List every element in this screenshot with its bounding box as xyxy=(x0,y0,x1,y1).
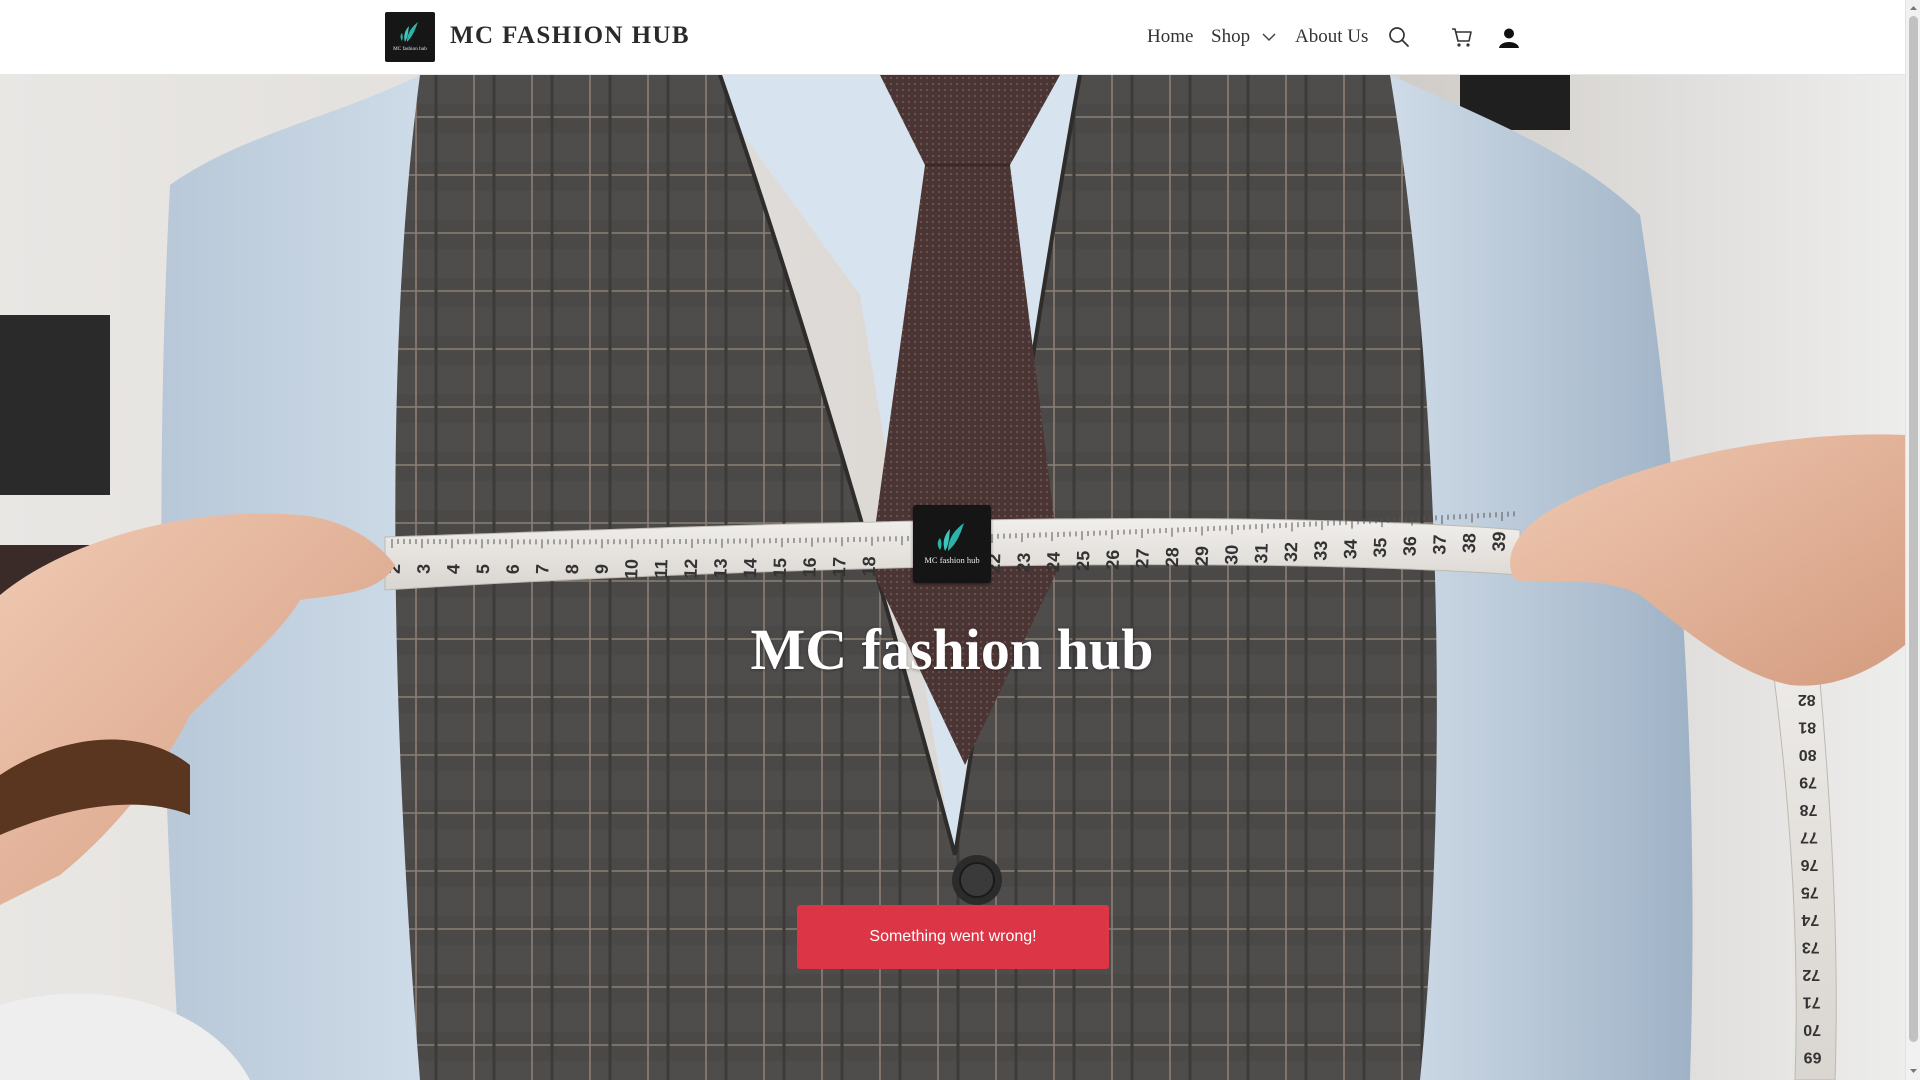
tape-number: 25 xyxy=(1073,550,1094,571)
svg-text:MC fashion hub: MC fashion hub xyxy=(924,555,979,565)
tape-number: 31 xyxy=(1251,543,1272,564)
tape-number: 26 xyxy=(1102,549,1123,570)
tape-number: 29 xyxy=(1192,546,1213,567)
tape-number: 36 xyxy=(1400,536,1421,557)
tape-number: 71 xyxy=(1803,994,1821,1011)
tape-number: 74 xyxy=(1801,911,1819,928)
tape-number: 14 xyxy=(740,558,761,579)
cart-icon[interactable] xyxy=(1449,24,1475,50)
tape-number: 13 xyxy=(710,558,731,579)
tape-number: 79 xyxy=(1799,774,1817,791)
tape-number: 73 xyxy=(1802,939,1820,956)
tape-number: 4 xyxy=(443,564,463,575)
tape-number: 80 xyxy=(1799,746,1817,763)
page-scrollbar[interactable] xyxy=(1905,0,1920,1080)
tape-number: 37 xyxy=(1429,534,1450,555)
tape-number: 77 xyxy=(1800,829,1818,846)
tape-number: 9 xyxy=(592,564,612,575)
tape-number: 27 xyxy=(1132,548,1153,569)
tape-number: 76 xyxy=(1800,856,1818,873)
tape-number: 7 xyxy=(532,564,552,575)
scroll-up-arrow-icon[interactable] xyxy=(1909,3,1918,13)
svg-text:MC fashion hub: MC fashion hub xyxy=(393,45,427,52)
tape-number: 69 xyxy=(1804,1049,1822,1066)
tape-number: 6 xyxy=(503,564,523,575)
tape-number: 34 xyxy=(1340,539,1361,560)
tape-number: 39 xyxy=(1489,531,1510,552)
tape-number: 16 xyxy=(799,557,820,578)
tape-number: 72 xyxy=(1802,966,1820,983)
tape-number: 81 xyxy=(1798,719,1816,736)
scroll-down-arrow-icon[interactable] xyxy=(1909,1066,1918,1076)
tape-number: 23 xyxy=(1013,552,1034,573)
tape-number: 32 xyxy=(1281,542,1302,563)
tape-number: 78 xyxy=(1800,801,1818,818)
tape-number: 10 xyxy=(621,559,642,580)
scroll-thumb[interactable] xyxy=(1909,16,1918,1042)
tape-number: 38 xyxy=(1459,533,1480,554)
leaf-logo-icon: MC fashion hub xyxy=(924,523,980,565)
hero-logo: MC fashion hub xyxy=(913,505,991,583)
leaf-logo-icon: MC fashion hub xyxy=(393,22,427,52)
tape-number: 5 xyxy=(473,564,493,575)
tape-number: 28 xyxy=(1162,547,1183,568)
nav-shop-link[interactable]: Shop xyxy=(1211,24,1250,50)
tape-number: 15 xyxy=(770,557,791,578)
tape-number: 30 xyxy=(1221,544,1242,565)
tape-number: 18 xyxy=(859,556,880,577)
site-header: MC fashion hub MC FASHION HUB Home Shop … xyxy=(0,0,1905,75)
chevron-down-icon[interactable] xyxy=(1262,30,1276,44)
brand-name[interactable]: MC FASHION HUB xyxy=(450,20,690,52)
tape-number: 33 xyxy=(1310,540,1331,561)
error-toast-message: Something went wrong! xyxy=(869,928,1037,945)
tape-number: 17 xyxy=(829,557,850,578)
tape-number: 35 xyxy=(1370,537,1391,558)
nav-home-link[interactable]: Home xyxy=(1147,24,1193,50)
tape-number: 70 xyxy=(1803,1021,1821,1038)
tape-number: 75 xyxy=(1801,884,1819,901)
tape-number: 24 xyxy=(1043,551,1064,572)
tape-number: 3 xyxy=(414,564,434,575)
account-icon[interactable] xyxy=(1496,24,1522,50)
error-toast[interactable]: Something went wrong! xyxy=(797,905,1109,969)
search-icon[interactable] xyxy=(1386,24,1412,50)
tape-number: 12 xyxy=(681,558,702,579)
tape-number: 8 xyxy=(562,564,582,575)
tape-number: 82 xyxy=(1798,691,1816,708)
nav-about-link[interactable]: About Us xyxy=(1295,24,1368,50)
tape-number: 11 xyxy=(651,559,672,579)
hero-title: MC fashion hub xyxy=(750,617,1154,682)
site-logo[interactable]: MC fashion hub xyxy=(385,12,435,62)
